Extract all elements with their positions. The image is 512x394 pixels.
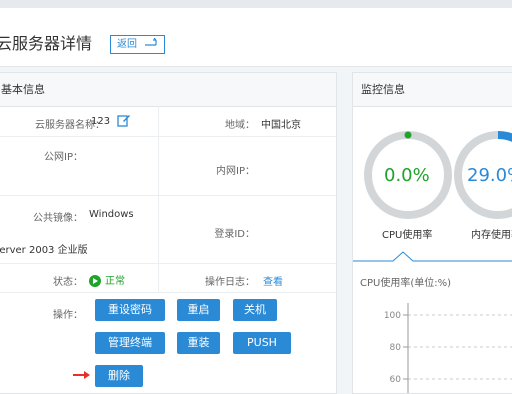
back-button[interactable]: 返回 <box>110 35 166 54</box>
row-divider <box>0 136 336 137</box>
tab-indicator-line <box>353 251 512 262</box>
image-label: 公共镜像： <box>33 213 83 224</box>
return-arrow-icon <box>145 37 157 46</box>
monitor-panel: 监控信息 0.0% 29.0% CPU使用率 内存使用率 CPU使用率(单位:%… <box>352 72 512 394</box>
row-divider <box>0 195 336 196</box>
y-tick-label: 100 <box>384 311 401 321</box>
memory-usage-value: 29.0% <box>467 165 512 186</box>
cpu-chart-title: CPU使用率(单位:%) <box>360 278 452 289</box>
shutdown-button[interactable]: 关机 <box>233 299 277 321</box>
basic-info-panel: 基本信息 云服务器名称： 123 地域： 中国北京 公网IP： 内网IP： 公共… <box>0 72 337 394</box>
login-id-label: 登录ID： <box>214 229 255 240</box>
play-status-icon <box>89 275 101 287</box>
image-value-line1: Windows <box>89 209 134 220</box>
operations-label: 操作： <box>53 310 83 321</box>
public-ip-label: 公网IP： <box>44 152 83 163</box>
basic-info-title: 基本信息 <box>0 73 336 107</box>
region-value: 中国北京 <box>261 120 301 131</box>
status-value: 正常 <box>105 276 125 287</box>
reinstall-button[interactable]: 重装 <box>177 332 220 354</box>
page-title: 云服务器详情 <box>0 34 93 53</box>
status-indicator: 正常 <box>89 272 125 287</box>
private-ip-label: 内网IP： <box>216 166 255 177</box>
operation-log-link[interactable]: 查看 <box>263 273 283 288</box>
monitor-title: 监控信息 <box>353 73 512 107</box>
cpu-gauge-marker <box>404 131 412 139</box>
page-header: 云服务器详情 返回 <box>0 8 512 67</box>
cpu-usage-chart: 1008060 <box>384 303 512 393</box>
red-pointer-arrow-icon <box>73 371 90 379</box>
status-label: 状态： <box>53 277 83 288</box>
operation-log-label: 操作日志： <box>205 277 255 288</box>
edit-icon[interactable] <box>117 113 131 127</box>
cpu-usage-caption: CPU使用率 <box>382 230 433 241</box>
server-name-value: 123 <box>91 116 111 127</box>
row-divider <box>0 263 336 264</box>
image-value-line2: Server 2003 企业版 <box>0 245 88 256</box>
memory-usage-caption: 内存使用率 <box>471 230 512 241</box>
back-label: 返回 <box>117 39 137 50</box>
y-tick-label: 80 <box>390 343 402 353</box>
row-divider <box>0 292 336 293</box>
push-button[interactable]: PUSH <box>233 332 291 354</box>
server-name-label: 云服务器名称： <box>35 120 105 131</box>
manage-terminal-button[interactable]: 管理终端 <box>95 332 165 354</box>
column-divider <box>158 106 159 292</box>
cpu-usage-value: 0.0% <box>384 165 430 186</box>
region-label: 地域： <box>225 120 255 131</box>
top-strip <box>0 0 512 8</box>
reset-password-button[interactable]: 重设密码 <box>95 299 165 321</box>
restart-button[interactable]: 重启 <box>177 299 220 321</box>
